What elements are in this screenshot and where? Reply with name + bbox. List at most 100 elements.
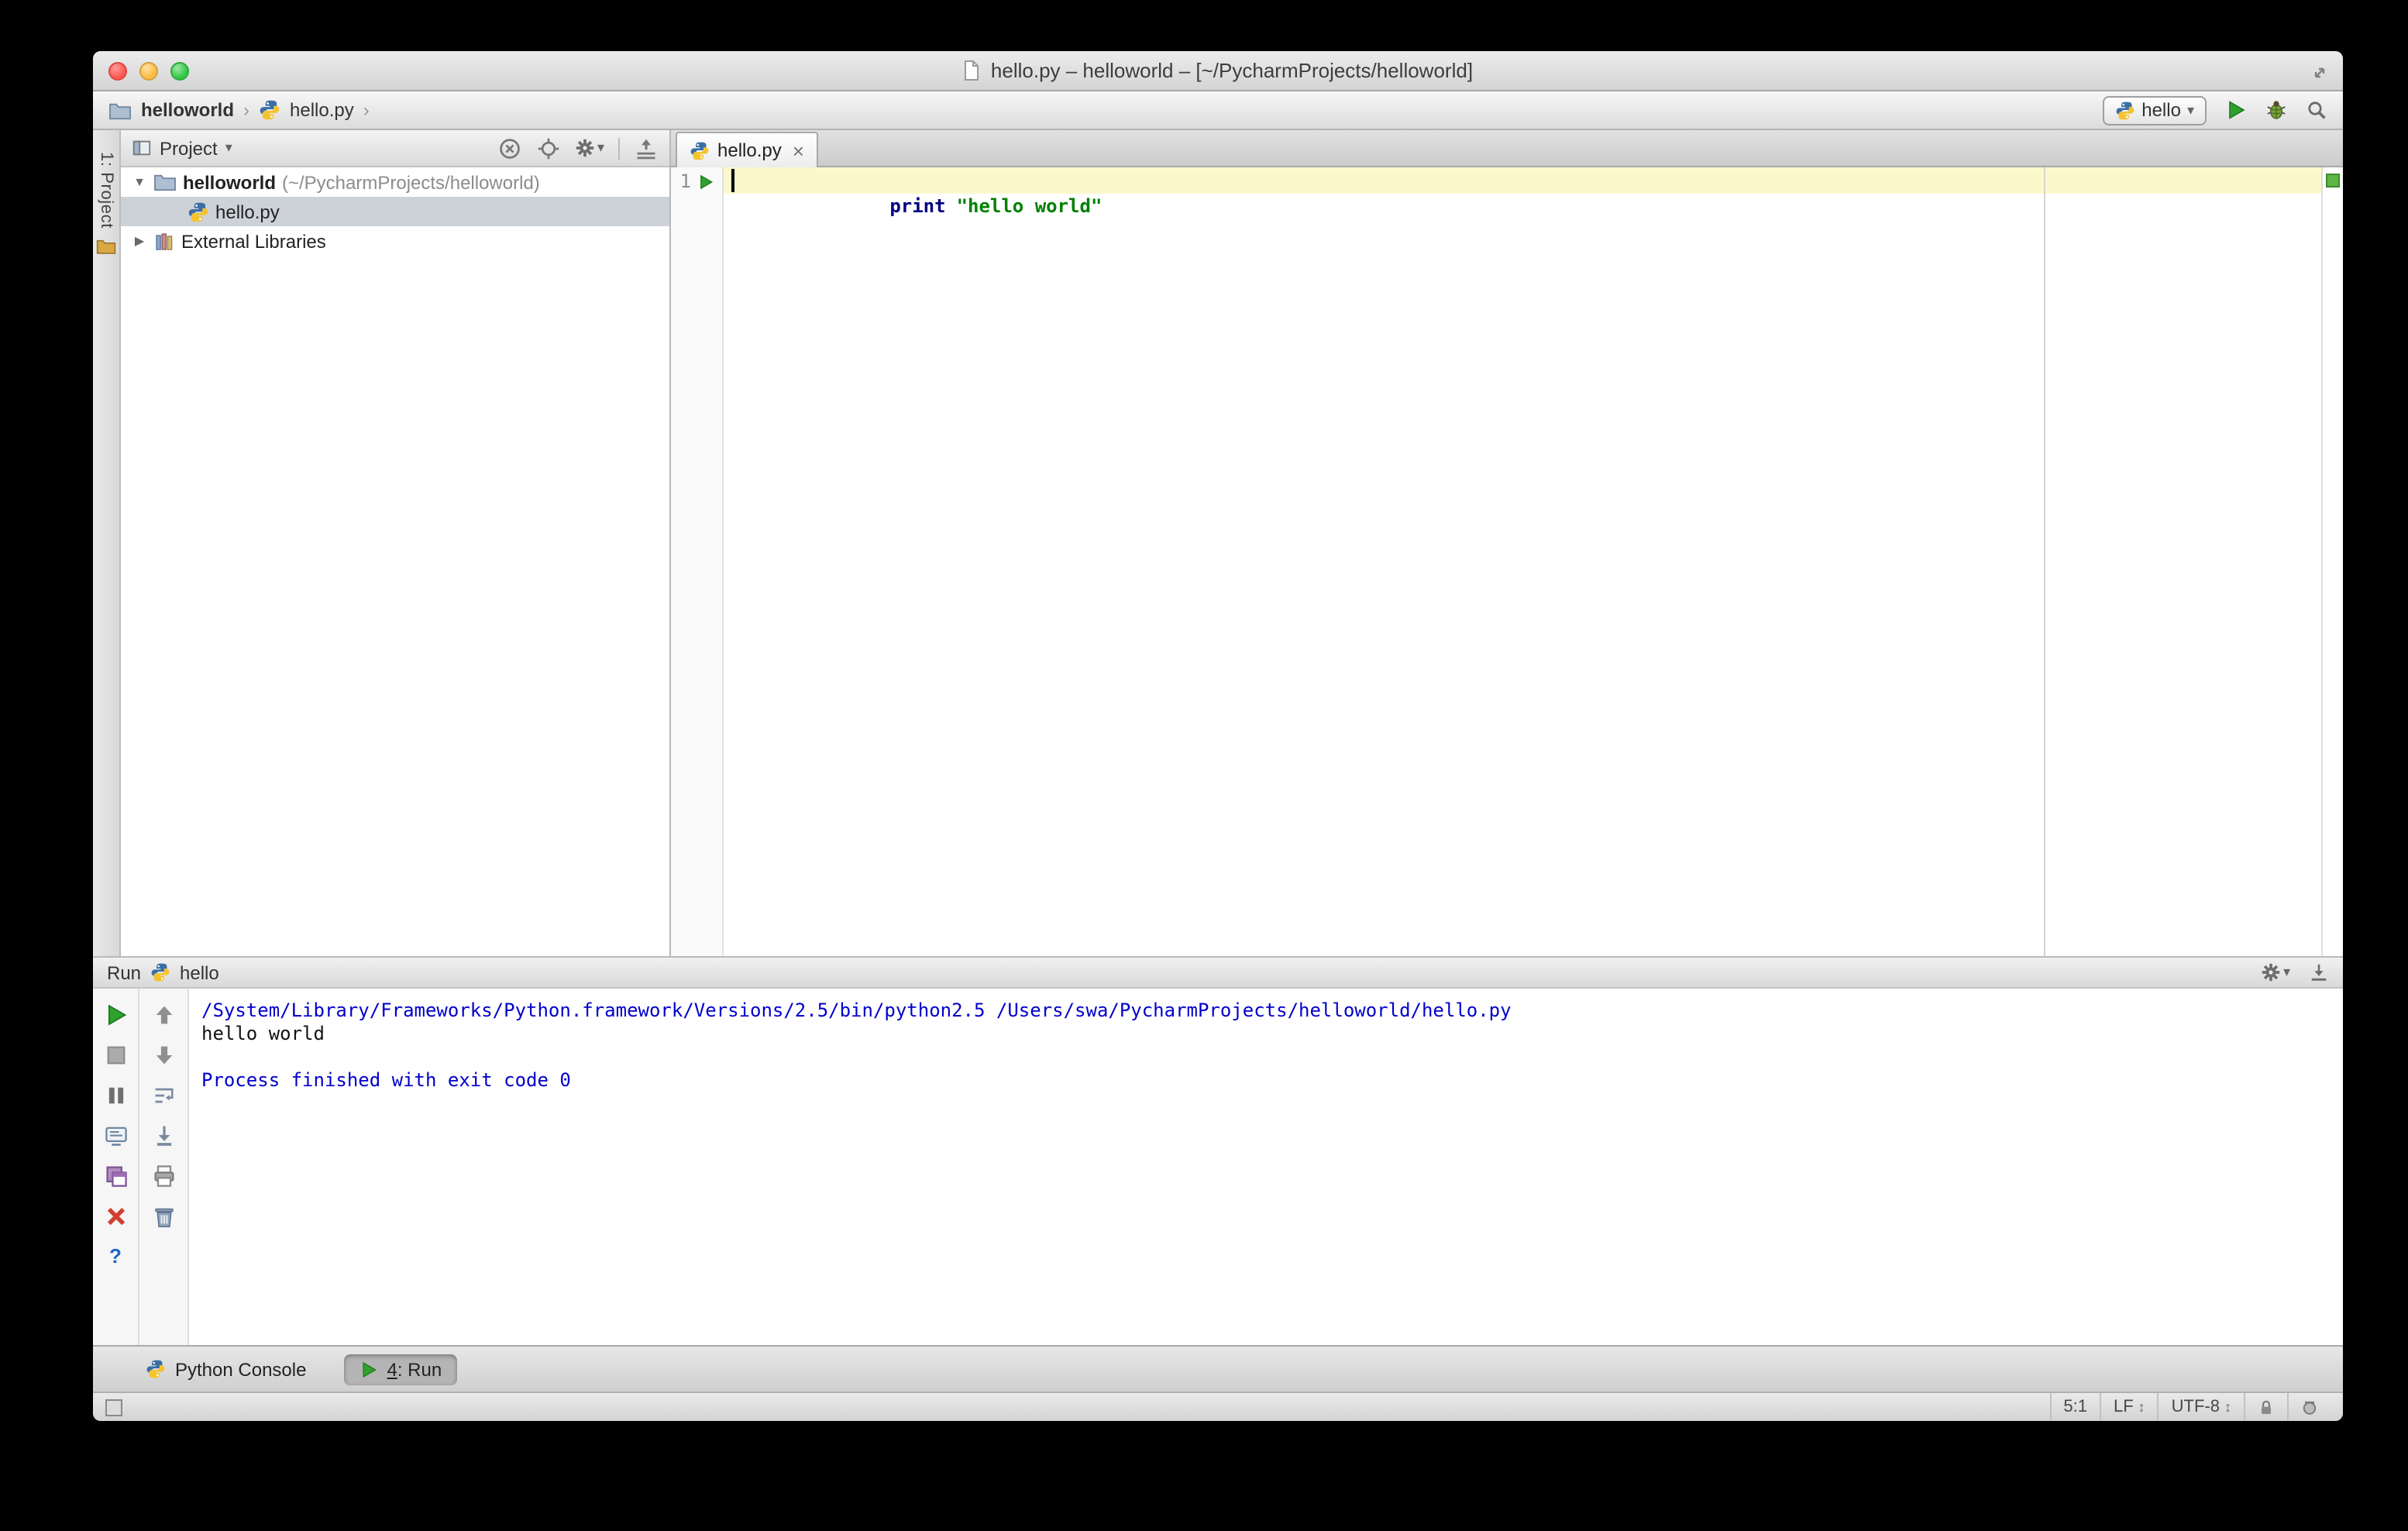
code-keyword: print [889, 195, 946, 217]
help-button[interactable]: ? [109, 1244, 122, 1268]
tree-expanded-icon[interactable]: ▼ [132, 175, 147, 189]
panel-icon [132, 140, 151, 156]
stop-button[interactable] [103, 1043, 128, 1068]
readonly-lock-widget[interactable] [2244, 1393, 2287, 1421]
scroll-to-end-icon[interactable] [151, 1123, 176, 1148]
python-icon [146, 1359, 166, 1379]
tree-file-label: hello.py [215, 201, 280, 222]
tool-stripe-project-button[interactable]: 1: Project [97, 152, 115, 229]
print-icon[interactable] [151, 1164, 176, 1189]
project-toolwindow-icon[interactable] [96, 238, 116, 256]
run-panel-title: Run [107, 962, 142, 983]
restore-layout-icon[interactable] [103, 1164, 128, 1189]
tree-row-hello-py[interactable]: hello.py [121, 197, 669, 226]
status-bar-widgets: 5:1 LF ↕ UTF-8 ↕ [2049, 1393, 2331, 1421]
python-file-icon [690, 140, 710, 160]
run-button[interactable] [2225, 99, 2247, 121]
scroll-from-source-icon[interactable] [537, 136, 562, 160]
run-configuration-label: hello [2141, 99, 2181, 121]
run-toolwindow-button[interactable]: 4: Run [343, 1354, 458, 1385]
line-separator-widget[interactable]: LF ↕ [2099, 1393, 2158, 1421]
inspection-ok-indicator[interactable] [2326, 174, 2340, 188]
up-stack-trace-icon[interactable] [151, 1003, 176, 1027]
breadcrumb-item-project[interactable]: helloworld [141, 99, 234, 121]
code-line-1: print "hello world" [724, 167, 2321, 243]
toolbar-separator [618, 137, 620, 159]
updown-icon: ↕ [2224, 1399, 2231, 1415]
updown-icon: ↕ [2138, 1399, 2145, 1415]
code-string: "hello world" [956, 195, 1103, 217]
run-line-marker-icon[interactable] [697, 174, 714, 191]
run-configuration-select[interactable]: hello ▾ [2103, 95, 2207, 125]
close-circle-icon[interactable] [498, 136, 523, 160]
tree-row-project-root[interactable]: ▼ helloworld (~/PycharmProjects/hellowor… [121, 167, 669, 197]
chevron-right-icon: › [243, 99, 249, 121]
inspection-profile-widget[interactable] [2287, 1393, 2331, 1421]
encoding-widget[interactable]: UTF-8 ↕ [2157, 1393, 2244, 1421]
code-pane[interactable]: print "hello world" [724, 167, 2321, 956]
pause-output-button[interactable] [103, 1083, 128, 1108]
run-toolwindow-label: 4: Run [387, 1358, 442, 1380]
tree-external-libraries-label: External Libraries [181, 230, 326, 252]
zoom-window-button[interactable] [170, 62, 189, 81]
project-panel-header: Project ▾ ▾ [121, 130, 669, 167]
python-icon [2115, 100, 2135, 120]
breadcrumb: helloworld › hello.py › [108, 99, 370, 121]
toolwindow-bar: Python Console 4: Run [93, 1345, 2343, 1392]
python-console-button[interactable]: Python Console [130, 1354, 322, 1385]
run-config-name[interactable]: hello [180, 962, 219, 983]
editor-tab-bar: hello.py × [671, 130, 2343, 167]
run-actions-toolbar: ? [93, 989, 139, 1345]
close-window-button[interactable] [108, 62, 127, 81]
project-view-selector[interactable]: Project [160, 137, 218, 159]
hide-panel-icon[interactable] [2309, 962, 2329, 982]
project-tree: ▼ helloworld (~/PycharmProjects/hellowor… [121, 167, 669, 256]
editor-tab-hello-py[interactable]: hello.py × [676, 132, 818, 167]
tree-row-external-libraries[interactable]: ▶ External Libraries [121, 226, 669, 256]
search-everywhere-button[interactable] [2306, 99, 2327, 121]
editor[interactable]: 1 print "hello world" [671, 167, 2343, 956]
chevron-down-icon: ▾ [225, 139, 232, 155]
python-console-label: Python Console [175, 1358, 307, 1380]
folder-icon [108, 100, 132, 120]
navigation-bar: helloworld › hello.py › hello ▾ [93, 91, 2343, 130]
chevron-right-icon: › [363, 99, 370, 121]
minimize-window-button[interactable] [139, 62, 158, 81]
main-area: 1: Project Project ▾ ▾ ▼ helloworld (~/P… [93, 130, 2343, 956]
desktop: hello.py – helloworld – [~/PycharmProjec… [0, 0, 2408, 1531]
soft-wrap-icon[interactable] [151, 1083, 176, 1108]
console-line: Process finished with exit code 0 [201, 1069, 571, 1091]
console-toolbar [139, 989, 189, 1345]
clear-console-icon[interactable] [151, 1204, 176, 1229]
window-titlebar[interactable]: hello.py – helloworld – [~/PycharmProjec… [93, 51, 2343, 91]
tree-collapsed-icon[interactable]: ▶ [132, 234, 147, 248]
down-stack-trace-icon[interactable] [151, 1043, 176, 1068]
folder-icon [153, 172, 177, 192]
show-console-icon[interactable] [103, 1123, 128, 1148]
run-toolbar: hello ▾ [2103, 95, 2327, 125]
status-bar: 5:1 LF ↕ UTF-8 ↕ [93, 1392, 2343, 1421]
collapse-all-icon[interactable] [634, 136, 659, 160]
close-tab-icon[interactable]: × [793, 140, 804, 160]
rerun-button[interactable] [103, 1003, 128, 1027]
close-panel-button[interactable] [103, 1204, 128, 1229]
settings-gear-icon[interactable] [576, 138, 596, 158]
caret-position-widget[interactable]: 5:1 [2049, 1393, 2100, 1421]
run-console-output[interactable]: /System/Library/Frameworks/Python.framew… [189, 989, 2343, 1345]
fullscreen-icon[interactable] [2310, 64, 2329, 82]
run-toolwindow: Run hello ▾ ? /System/Library/Frameworks… [93, 956, 2343, 1345]
python-file-icon [259, 99, 280, 121]
chevron-down-icon: ▾ [597, 139, 604, 155]
breadcrumb-item-file[interactable]: hello.py [290, 99, 354, 121]
settings-gear-icon[interactable] [2262, 962, 2282, 982]
window-title-text: hello.py – helloworld – [~/PycharmProjec… [990, 59, 1474, 82]
window-title: hello.py – helloworld – [~/PycharmProjec… [963, 59, 1473, 82]
line-number: 1 [679, 170, 691, 192]
libraries-icon [156, 232, 173, 249]
editor-area: hello.py × 1 print "hello world" [671, 130, 2343, 956]
chevron-down-icon: ▾ [2282, 964, 2290, 979]
debug-button[interactable] [2265, 99, 2287, 121]
project-panel-toolbar: ▾ [498, 136, 659, 160]
toolwindow-quick-access-icon[interactable] [105, 1399, 122, 1416]
python-file-icon [187, 201, 209, 222]
